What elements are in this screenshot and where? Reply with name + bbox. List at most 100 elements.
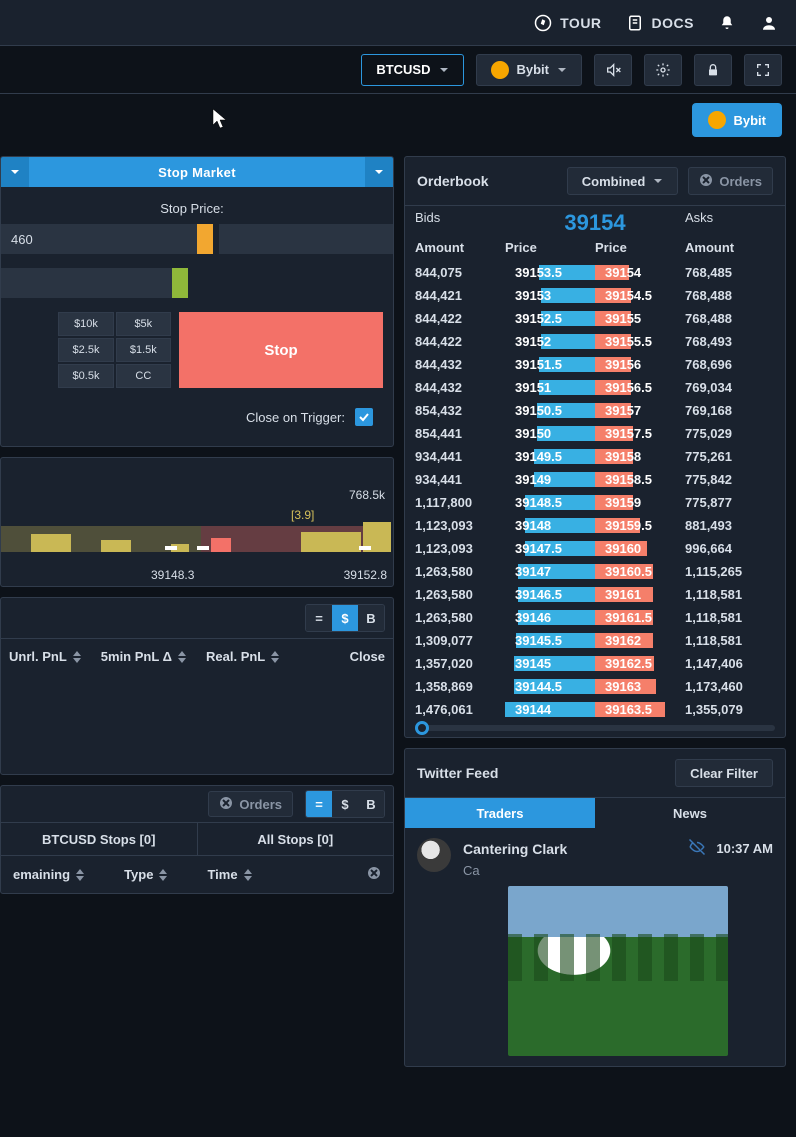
- bid-amount: 844,432: [415, 357, 505, 372]
- quantity-field[interactable]: [1, 224, 197, 254]
- quick-size-cc[interactable]: CC: [116, 364, 171, 388]
- stops-col-time[interactable]: Time: [207, 867, 251, 882]
- bid-amount: 854,441: [415, 426, 505, 441]
- tour-label: TOUR: [560, 15, 601, 31]
- stops-close-all[interactable]: [367, 866, 381, 883]
- stops-tab-all[interactable]: All Stops [0]: [198, 823, 394, 855]
- account-button[interactable]: [760, 14, 778, 32]
- orderbook-row[interactable]: 844,43239151.539156768,696: [415, 353, 775, 376]
- twitter-tab-traders[interactable]: Traders: [405, 798, 595, 828]
- quick-size-2-5k[interactable]: $2.5k: [58, 338, 113, 362]
- stops-col-type[interactable]: Type: [124, 867, 167, 882]
- stop-price-field[interactable]: [219, 224, 394, 254]
- close-on-trigger-checkbox[interactable]: [355, 408, 373, 426]
- secondary-marker-icon: [172, 268, 188, 298]
- fullscreen-button[interactable]: [744, 54, 782, 86]
- quick-size-0-5k[interactable]: $0.5k: [58, 364, 113, 388]
- orders-chip[interactable]: Orders: [208, 791, 293, 817]
- tweet-image[interactable]: [508, 886, 728, 1056]
- bid-price: 39145.5: [505, 633, 595, 648]
- lock-button[interactable]: [694, 54, 732, 86]
- orderbook-row[interactable]: 934,44139149.539158775,261: [415, 445, 775, 468]
- stops-col-remaining[interactable]: emaining: [13, 867, 84, 882]
- mute-button[interactable]: [594, 54, 632, 86]
- bid-price: 39146.5: [505, 587, 595, 602]
- stops-col-type-label: Type: [124, 867, 153, 882]
- orderbook-row[interactable]: 1,263,58039146.5391611,118,581: [415, 583, 775, 606]
- order-type-next[interactable]: [365, 157, 393, 187]
- orderbook-row[interactable]: 1,358,86939144.5391631,173,460: [415, 675, 775, 698]
- order-type-prev[interactable]: [1, 157, 29, 187]
- orderbook-row[interactable]: 844,4213915339154.5768,488: [415, 284, 775, 307]
- orderbook-row[interactable]: 1,476,0613914439163.51,355,079: [415, 698, 775, 721]
- pnl-usd-button[interactable]: $: [332, 605, 358, 631]
- orderbook-depth-slider[interactable]: [415, 725, 775, 731]
- ask-price: 39154: [595, 265, 685, 280]
- orderbook-row[interactable]: 1,309,07739145.5391621,118,581: [415, 629, 775, 652]
- positions-header: Unrl. PnL 5min PnL Δ Real. PnL Close: [1, 638, 393, 674]
- bid-amount: 844,432: [415, 380, 505, 395]
- pnl-equals-button[interactable]: =: [306, 605, 332, 631]
- orderbook-row[interactable]: 1,263,5803914739160.51,115,265: [415, 560, 775, 583]
- orderbook-row[interactable]: 1,123,0933914839159.5881,493: [415, 514, 775, 537]
- ask-amount: 768,485: [685, 265, 775, 280]
- col-unrl-pnl[interactable]: Unrl. PnL: [9, 649, 81, 664]
- quick-size-10k[interactable]: $10k: [58, 312, 113, 336]
- ask-price: 39160: [595, 541, 685, 556]
- stops-equals-button[interactable]: =: [306, 791, 332, 817]
- ob-col-amount-r: Amount: [685, 240, 775, 261]
- col-5min-pnl[interactable]: 5min PnL Δ: [101, 649, 186, 664]
- orderbook-row[interactable]: 844,07539153.539154768,485: [415, 261, 775, 284]
- stops-tab-pair[interactable]: BTCUSD Stops [0]: [1, 823, 198, 855]
- notifications-button[interactable]: [718, 14, 736, 32]
- pnl-btc-button[interactable]: B: [358, 605, 384, 631]
- positions-panel: = $ B Unrl. PnL 5min PnL Δ Real. PnL: [0, 597, 394, 775]
- orderbook-orders-button[interactable]: Orders: [688, 167, 773, 195]
- quick-size-5k[interactable]: $5k: [116, 312, 171, 336]
- docs-link[interactable]: DOCS: [626, 14, 694, 32]
- orderbook-row[interactable]: 844,42239152.539155768,488: [415, 307, 775, 330]
- twitter-clear-filter[interactable]: Clear Filter: [675, 759, 773, 787]
- ask-amount: 1,118,581: [685, 587, 775, 602]
- orderbook-row[interactable]: 844,4323915139156.5769,034: [415, 376, 775, 399]
- orderbook-row[interactable]: 1,117,80039148.539159775,877: [415, 491, 775, 514]
- settings-button[interactable]: [644, 54, 682, 86]
- ask-amount: 1,173,460: [685, 679, 775, 694]
- bid-amount: 1,476,061: [415, 702, 505, 717]
- orderbook-row[interactable]: 854,43239150.539157769,168: [415, 399, 775, 422]
- orderbook-row[interactable]: 1,263,5803914639161.51,118,581: [415, 606, 775, 629]
- orderbook-row[interactable]: 1,123,09339147.539160996,664: [415, 537, 775, 560]
- stops-usd-button[interactable]: $: [332, 791, 358, 817]
- sort-icon: [159, 869, 167, 881]
- bybit-filter-button[interactable]: Bybit: [692, 103, 783, 137]
- orderbook-row[interactable]: 1,357,0203914539162.51,147,406: [415, 652, 775, 675]
- orderbook-orders-label: Orders: [719, 174, 762, 189]
- col-unrl-pnl-label: Unrl. PnL: [9, 649, 67, 664]
- orderbook-row[interactable]: 844,4223915239155.5768,493: [415, 330, 775, 353]
- tour-link[interactable]: TOUR: [534, 14, 601, 32]
- orderbook-row[interactable]: 854,4413915039157.5775,029: [415, 422, 775, 445]
- order-type-label: Stop Market: [158, 165, 236, 180]
- ob-col-amount-l: Amount: [415, 240, 505, 261]
- pair-selector[interactable]: BTCUSD: [361, 54, 463, 86]
- orderbook-mode-select[interactable]: Combined: [567, 167, 679, 195]
- col-real-pnl[interactable]: Real. PnL: [206, 649, 279, 664]
- ask-price: 39155: [595, 311, 685, 326]
- quick-size-1-5k[interactable]: $1.5k: [116, 338, 171, 362]
- secondary-field[interactable]: [1, 268, 172, 298]
- stops-btc-button[interactable]: B: [358, 791, 384, 817]
- exchange-selector[interactable]: Bybit: [476, 54, 583, 86]
- bybit-logo-icon: [708, 111, 726, 129]
- bid-price: 39144: [505, 702, 595, 717]
- volume-mute-icon: [605, 62, 621, 78]
- submit-stop-button[interactable]: Stop: [179, 312, 383, 388]
- ask-amount: 768,488: [685, 311, 775, 326]
- slider-thumb-icon[interactable]: [415, 721, 429, 735]
- orderbook-row[interactable]: 934,4413914939158.5775,842: [415, 468, 775, 491]
- order-type-tab[interactable]: Stop Market: [29, 157, 365, 187]
- ask-amount: 1,118,581: [685, 610, 775, 625]
- bid-price: 39150.5: [505, 403, 595, 418]
- ask-amount: 775,842: [685, 472, 775, 487]
- twitter-tab-news[interactable]: News: [595, 798, 785, 828]
- hide-tweet-button[interactable]: [688, 838, 706, 859]
